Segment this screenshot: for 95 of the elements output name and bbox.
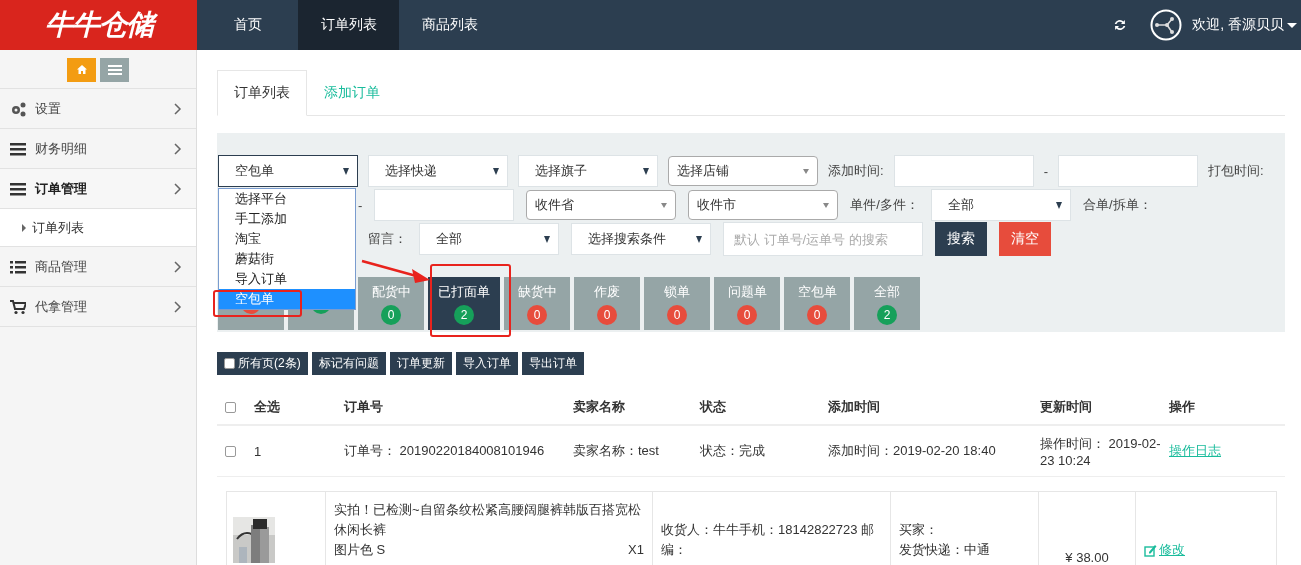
status-tab[interactable]: 缺货中 0 bbox=[504, 277, 570, 330]
status-tab[interactable]: 问题单 0 bbox=[714, 277, 780, 330]
table-cell-text: 1 bbox=[253, 443, 263, 459]
courier-info: 发货快递：中通 bbox=[899, 541, 991, 559]
action-button[interactable]: 所有页(2条) bbox=[217, 352, 308, 375]
column-header: 全选 bbox=[253, 398, 281, 416]
nav-tab[interactable]: 商品列表 bbox=[399, 0, 500, 50]
product-title: 实拍！已检测~自留条纹松紧高腰阔腿裤韩版百搭宽松休闲长裤 bbox=[334, 501, 642, 539]
table-cell-text: 订单号： 20190220184008101946 bbox=[343, 442, 546, 460]
range-dash: - bbox=[358, 197, 363, 213]
status-tab[interactable]: 已打面单 2 bbox=[428, 277, 500, 330]
select-field[interactable]: 选择旗子 bbox=[518, 155, 658, 187]
select-field[interactable]: 空包单 bbox=[218, 155, 358, 187]
price: ¥ 38.00 bbox=[1065, 550, 1109, 565]
sidebar-subitem[interactable]: 订单列表 bbox=[32, 218, 84, 237]
select-field[interactable]: 收件市 bbox=[688, 190, 839, 220]
column-header: 订单号 bbox=[343, 398, 384, 416]
action-button[interactable]: 订单更新 bbox=[389, 352, 452, 375]
field-label: 合单/拆单： bbox=[1082, 196, 1152, 214]
dropdown-option[interactable]: 导入订单 bbox=[219, 269, 355, 289]
dropdown-option[interactable]: 淘宝 bbox=[219, 229, 355, 249]
chevron-icon bbox=[174, 142, 182, 155]
dropdown-option[interactable]: 手工添加 bbox=[219, 209, 355, 229]
field-label: 单件/多件： bbox=[850, 196, 919, 214]
select-field[interactable]: 选择快递 bbox=[368, 155, 508, 187]
count-badge: 2 bbox=[454, 304, 474, 325]
menu-icon bbox=[107, 64, 122, 75]
nav-tab[interactable]: 订单列表 bbox=[298, 0, 399, 50]
tab[interactable]: 订单列表 bbox=[217, 70, 307, 116]
checkbox[interactable] bbox=[225, 401, 236, 413]
table-cell-text: 卖家名称：test bbox=[572, 442, 660, 460]
buyer-label: 买家： bbox=[899, 521, 939, 539]
range-dash: - bbox=[1043, 163, 1048, 179]
input-field[interactable] bbox=[893, 155, 1034, 187]
dropdown-option[interactable]: 蘑菇街 bbox=[219, 249, 355, 269]
field-label: 添加时间: bbox=[828, 162, 884, 180]
cart-icon bbox=[10, 298, 26, 315]
avatar-icon bbox=[1150, 9, 1183, 41]
home-button[interactable] bbox=[67, 57, 96, 82]
search-button[interactable]: 搜索 bbox=[935, 222, 987, 256]
count-badge: 0 bbox=[527, 304, 547, 325]
bars-icon bbox=[10, 140, 26, 157]
count-badge: 2 bbox=[877, 304, 897, 325]
bars-icon bbox=[10, 180, 26, 197]
count-badge: 0 bbox=[667, 304, 687, 325]
select-field[interactable]: 收件省 bbox=[526, 190, 677, 220]
table-cell-text: 添加时间：2019-02-20 18:40 bbox=[827, 442, 997, 460]
table-cell-text: 状态：完成 bbox=[699, 442, 766, 460]
table-cell-text: 操作时间： 2019-02-23 10:24 bbox=[1039, 434, 1162, 468]
column-header: 卖家名称 bbox=[572, 398, 626, 416]
chevron-icon bbox=[174, 260, 182, 273]
home-icon bbox=[76, 65, 87, 74]
count-badge: 0 bbox=[807, 304, 827, 325]
column-header: 添加时间 bbox=[827, 398, 881, 416]
user-menu[interactable]: 欢迎, 香源贝贝 bbox=[1192, 16, 1284, 34]
column-header: 状态 bbox=[698, 398, 727, 416]
arrow bbox=[360, 259, 432, 285]
search-field[interactable]: 默认 订单号/运单号 的搜索 bbox=[723, 222, 923, 256]
status-tab[interactable]: 作废 0 bbox=[574, 277, 640, 330]
receiver-info: 收货人：牛牛手机：18142822723 邮编： bbox=[661, 521, 876, 559]
count-badge: 0 bbox=[737, 304, 757, 325]
field-label: 留言： bbox=[368, 230, 407, 248]
select-field[interactable]: 选择店铺 bbox=[668, 156, 818, 186]
status-tab[interactable]: 空包单 0 bbox=[784, 277, 850, 330]
action-button[interactable]: 标记有问题 bbox=[311, 352, 386, 375]
status-tab[interactable]: 锁单 0 bbox=[644, 277, 710, 330]
chevron-icon bbox=[174, 182, 182, 195]
select-field[interactable]: 选择搜索条件 bbox=[571, 223, 711, 255]
input-field[interactable] bbox=[1057, 155, 1198, 187]
dropdown-option[interactable]: 选择平台 bbox=[219, 189, 355, 209]
quantity: X1 bbox=[628, 541, 644, 559]
checkbox[interactable] bbox=[224, 358, 235, 369]
field-label: 打包时间: bbox=[1207, 162, 1264, 180]
chevron-icon bbox=[174, 300, 182, 313]
nav-tab[interactable]: 首页 bbox=[197, 0, 298, 50]
caret-icon bbox=[22, 223, 26, 232]
column-header: 操作 bbox=[1168, 398, 1196, 416]
action-button[interactable]: 导出订单 bbox=[521, 352, 584, 375]
logo[interactable]: 牛牛仓储 bbox=[0, 0, 197, 50]
select-field[interactable]: 全部 bbox=[419, 223, 559, 255]
action-button[interactable]: 导入订单 bbox=[455, 352, 518, 375]
column-header: 更新时间 bbox=[1039, 398, 1093, 416]
edit-icon bbox=[1144, 543, 1157, 557]
checkbox[interactable] bbox=[225, 445, 236, 457]
count-badge: 0 bbox=[597, 304, 617, 325]
input-field[interactable] bbox=[374, 189, 515, 221]
menu-button[interactable] bbox=[100, 57, 129, 82]
clear-button[interactable]: 清空 bbox=[999, 222, 1051, 256]
chevron-icon bbox=[174, 102, 182, 115]
list-icon bbox=[10, 258, 26, 275]
select-field[interactable]: 全部 bbox=[930, 189, 1071, 221]
count-badge: 0 bbox=[381, 304, 401, 325]
caret-icon bbox=[1287, 22, 1297, 28]
product-variant: 图片色 S bbox=[334, 541, 386, 559]
gears-icon bbox=[10, 100, 26, 117]
